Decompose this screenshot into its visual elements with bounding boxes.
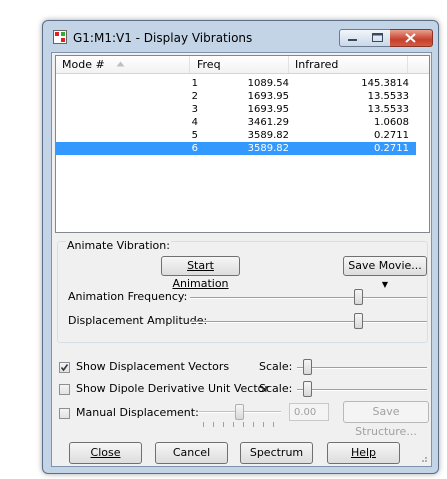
cell-freq: 3589.82 bbox=[247, 143, 289, 154]
cell-mode: 2 bbox=[191, 91, 198, 102]
save-structure-button[interactable]: Save Structure... bbox=[343, 401, 429, 438]
sort-ascending-icon bbox=[116, 61, 125, 67]
animate-group-label: Animate Vibration: bbox=[66, 239, 171, 252]
cell-freq: 3461.29 bbox=[247, 117, 289, 128]
vectors-scale-track bbox=[297, 367, 427, 369]
manual-displacement-input[interactable]: 0.00 bbox=[289, 403, 329, 421]
manual-displacement-checkbox[interactable] bbox=[59, 408, 70, 419]
slider-ticks bbox=[203, 422, 274, 427]
cell-infrared: 13.5533 bbox=[367, 104, 409, 115]
animation-frequency-label: Animation Frequency: bbox=[68, 290, 188, 303]
cell-freq: 1089.54 bbox=[247, 78, 289, 89]
display-vibrations-window: G1:M1:V1 - Display Vibrations Mode # Fre… bbox=[42, 20, 439, 474]
cell-freq: 1693.95 bbox=[247, 104, 289, 115]
window-title: G1:M1:V1 - Display Vibrations bbox=[73, 31, 253, 45]
close-window-button[interactable] bbox=[390, 29, 433, 47]
show-displacement-vectors-checkbox[interactable] bbox=[59, 362, 70, 373]
list-row[interactable]: 2 1693.95 13.5533 bbox=[56, 90, 416, 103]
show-dipole-vector-label: Show Dipole Derivative Unit Vector bbox=[76, 382, 269, 395]
save-movie-label: Save Movie... bbox=[348, 259, 422, 272]
dialog-client-area: Mode # Freq Infrared 1 1089.54 145.3814 2 16… bbox=[51, 52, 432, 467]
cancel-button[interactable]: Cancel bbox=[155, 442, 228, 464]
displacement-amplitude-track bbox=[190, 321, 427, 323]
checkmark-icon bbox=[60, 364, 69, 372]
displacement-amplitude-label: Displacement Amplitude: bbox=[68, 314, 208, 327]
displacement-amplitude-slider[interactable] bbox=[354, 313, 363, 329]
dropdown-arrow-icon: ▼ bbox=[381, 280, 389, 289]
list-row[interactable]: 1 1089.54 145.3814 bbox=[56, 77, 416, 90]
column-header-label: Infrared bbox=[295, 58, 339, 71]
column-header-mode[interactable]: Mode # bbox=[56, 56, 190, 73]
cell-infrared: 1.0608 bbox=[374, 117, 409, 128]
close-icon bbox=[405, 33, 416, 43]
vectors-scale-slider[interactable] bbox=[303, 359, 312, 375]
cell-infrared: 0.2711 bbox=[374, 130, 409, 141]
column-header-label: Mode # bbox=[62, 58, 105, 71]
cell-mode: 5 bbox=[191, 130, 198, 141]
maximize-button[interactable] bbox=[365, 29, 391, 47]
dipole-scale-track bbox=[297, 389, 427, 391]
column-header-freq[interactable]: Freq bbox=[190, 56, 289, 73]
dipole-scale-slider[interactable] bbox=[303, 381, 312, 397]
manual-displacement-slider bbox=[235, 404, 244, 420]
animation-frequency-track bbox=[190, 297, 427, 299]
show-displacement-vectors-label: Show Displacement Vectors bbox=[76, 360, 230, 373]
save-movie-button[interactable]: Save Movie... ▼ bbox=[343, 256, 427, 289]
animation-frequency-slider[interactable] bbox=[354, 289, 363, 305]
title-bar[interactable]: G1:M1:V1 - Display Vibrations bbox=[43, 21, 438, 51]
help-button[interactable]: Help bbox=[327, 442, 400, 464]
close-button-label: Close bbox=[90, 446, 121, 459]
list-row[interactable]: 5 3589.82 0.2711 bbox=[56, 129, 416, 142]
help-button-label: Help bbox=[350, 446, 377, 459]
close-button[interactable]: Close bbox=[69, 442, 142, 464]
app-icon bbox=[53, 30, 67, 44]
cell-mode: 6 bbox=[191, 143, 198, 154]
column-header-infrared[interactable]: Infrared bbox=[289, 56, 408, 73]
list-row[interactable]: 4 3461.29 1.0608 bbox=[56, 116, 416, 129]
list-header: Mode # Freq Infrared bbox=[56, 56, 429, 74]
cell-mode: 4 bbox=[191, 117, 198, 128]
cell-freq: 1693.95 bbox=[247, 91, 289, 102]
minimize-button[interactable] bbox=[339, 29, 367, 47]
start-animation-button[interactable]: Start Animation bbox=[161, 256, 240, 290]
cancel-button-label: Cancel bbox=[172, 446, 211, 459]
manual-displacement-label: Manual Displacement: bbox=[76, 406, 199, 419]
vibration-mode-list[interactable]: Mode # Freq Infrared 1 1089.54 145.3814 2 16… bbox=[55, 55, 430, 233]
maximize-icon bbox=[372, 33, 383, 42]
cell-freq: 3589.82 bbox=[247, 130, 289, 141]
animate-vibration-group: Animate Vibration: Start Animation Save … bbox=[57, 239, 428, 343]
cell-infrared: 0.2711 bbox=[374, 143, 409, 154]
resize-grip-icon[interactable] bbox=[418, 453, 428, 463]
cell-mode: 1 bbox=[191, 78, 198, 89]
start-animation-label: Start Animation bbox=[172, 259, 229, 290]
show-dipole-vector-checkbox[interactable] bbox=[59, 384, 70, 395]
cell-infrared: 13.5533 bbox=[367, 91, 409, 102]
cell-mode: 3 bbox=[191, 104, 198, 115]
spectrum-button-label: Spectrum bbox=[249, 446, 304, 459]
cell-infrared: 145.3814 bbox=[361, 78, 409, 89]
list-row[interactable]: 6 3589.82 0.2711 bbox=[56, 142, 416, 155]
spectrum-button[interactable]: Spectrum bbox=[240, 442, 313, 464]
vectors-scale-label: Scale: bbox=[259, 360, 293, 373]
list-row[interactable]: 3 1693.95 13.5533 bbox=[56, 103, 416, 116]
dipole-scale-label: Scale: bbox=[259, 382, 293, 395]
minimize-icon bbox=[348, 39, 357, 41]
column-header-label: Freq bbox=[197, 58, 221, 71]
